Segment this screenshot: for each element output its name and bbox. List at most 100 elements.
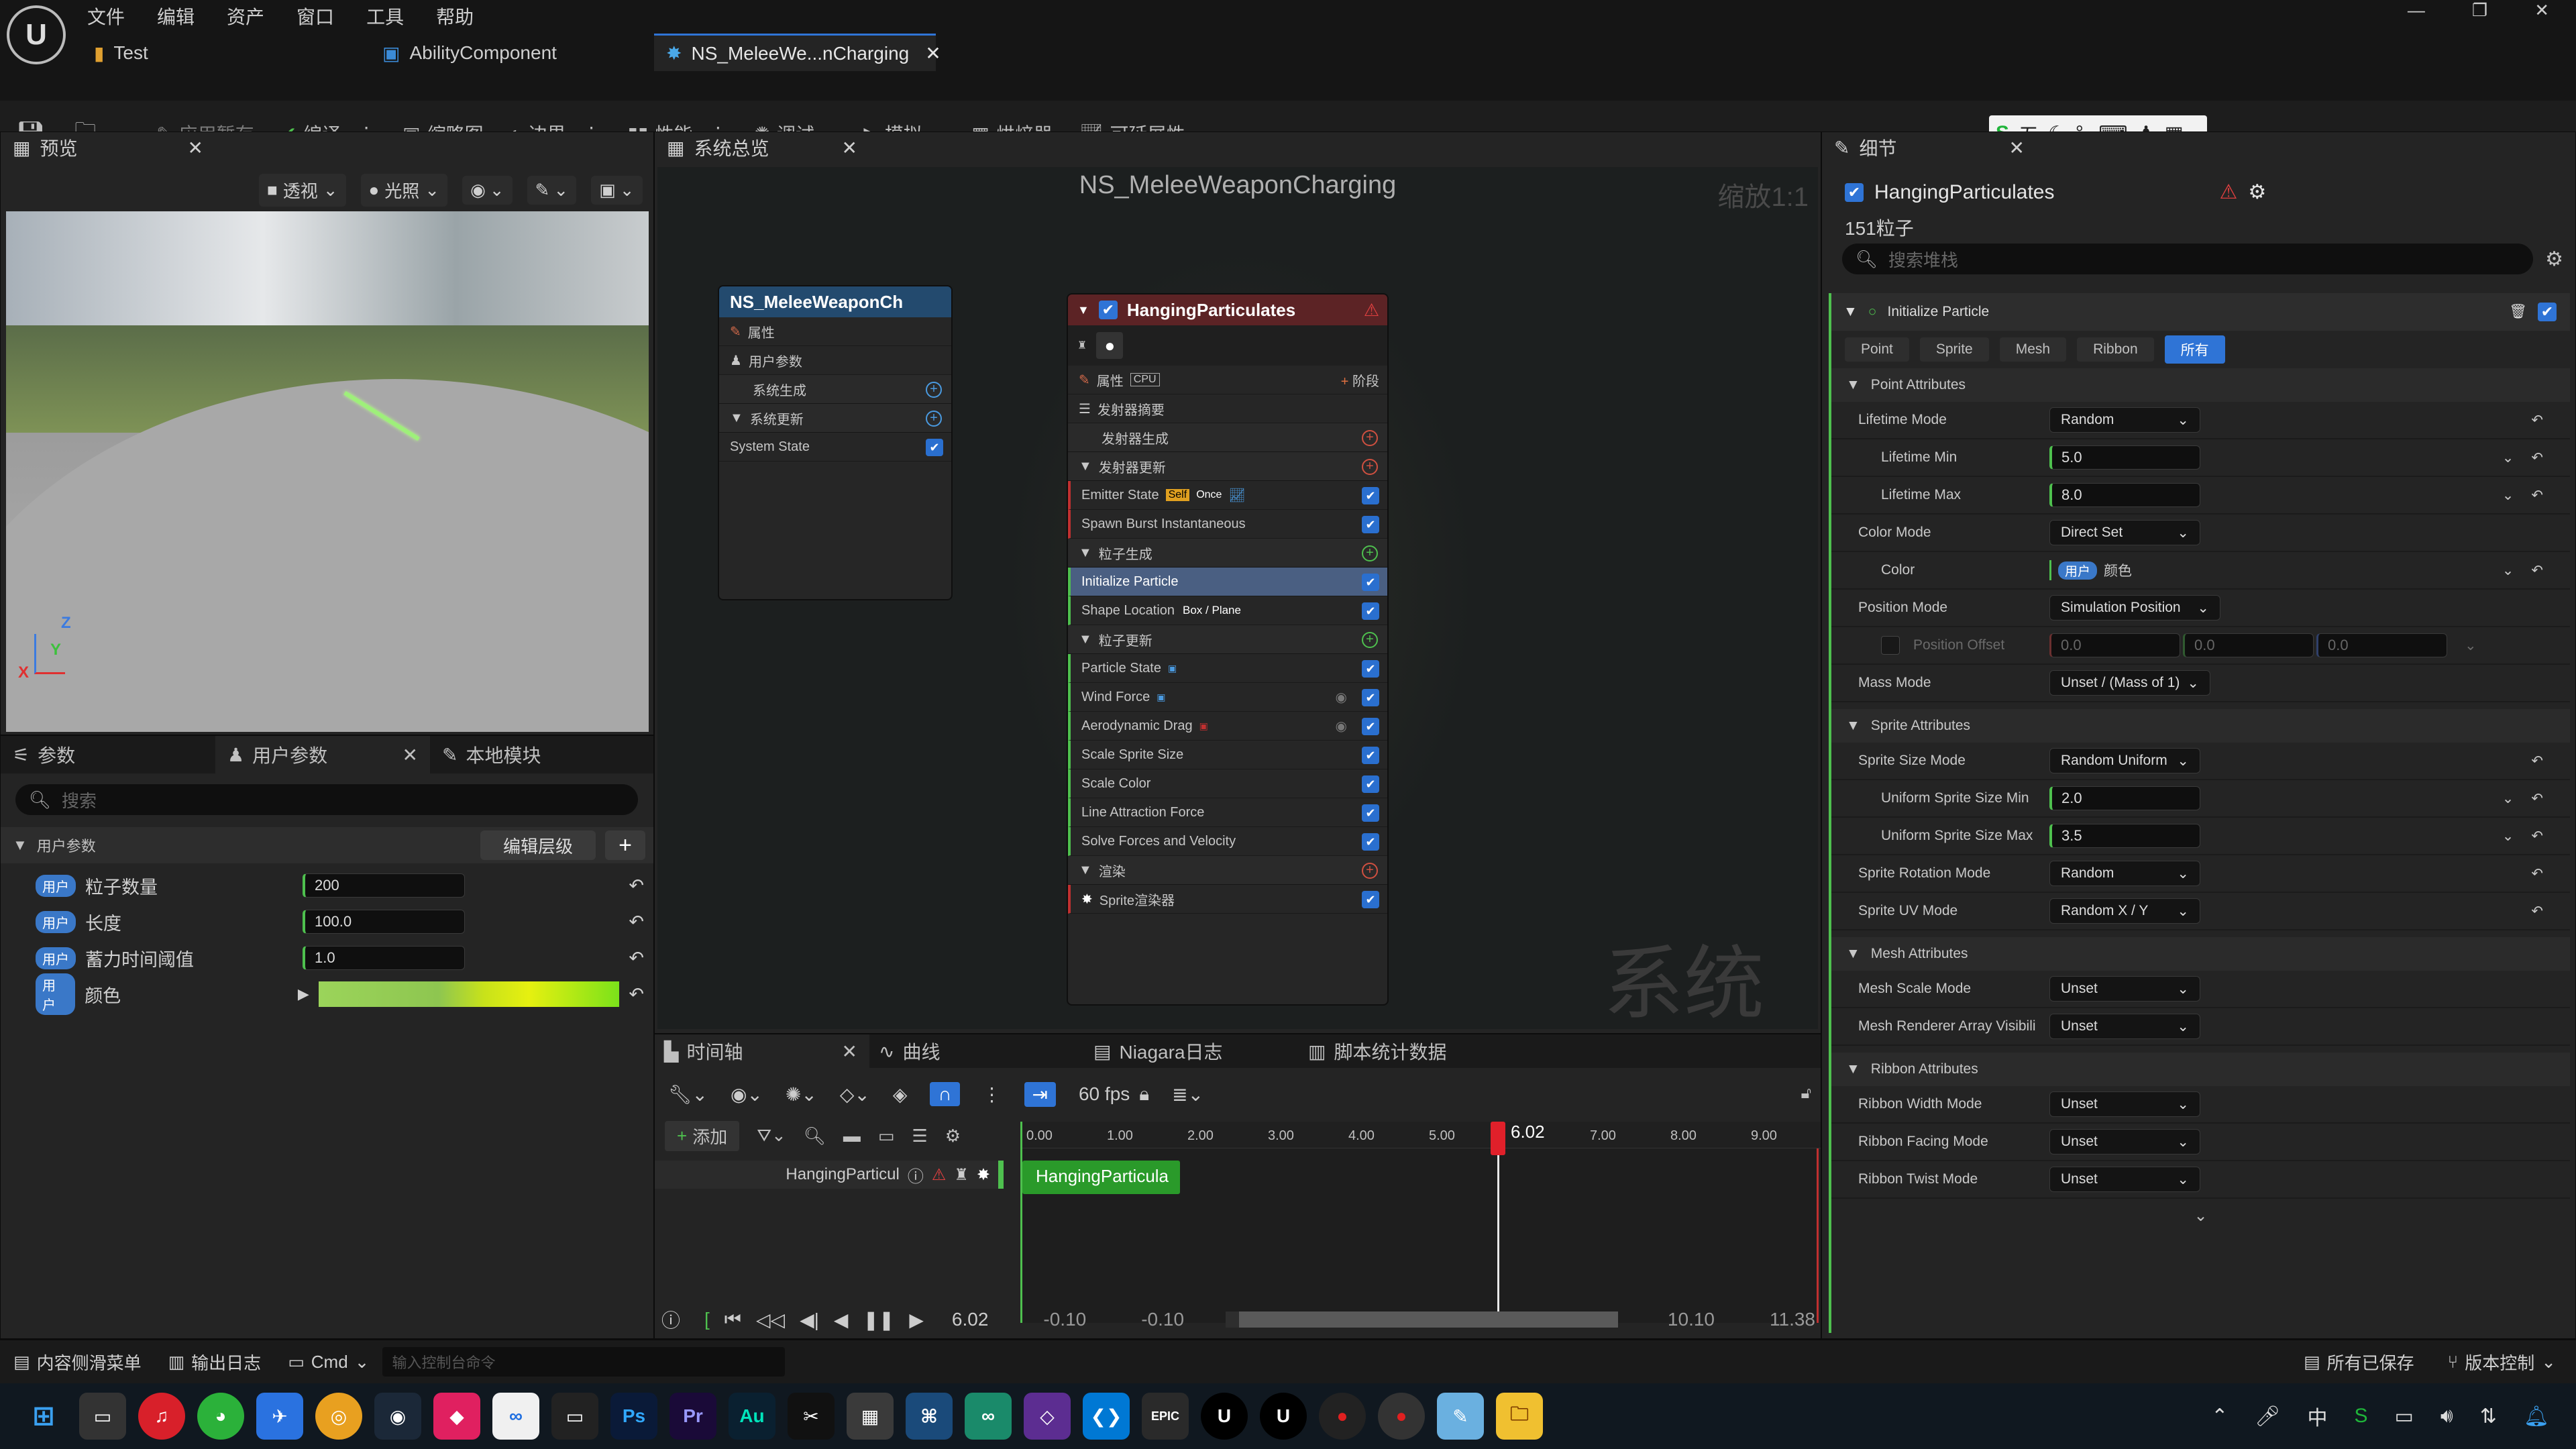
sprite-renderer-module[interactable]: ✸ Sprite渲染器 ✔	[1068, 885, 1387, 914]
ribbon-facing-dropdown[interactable]: Unset ⌄	[2049, 1129, 2200, 1155]
transform-button[interactable]: ✎ ⌄	[527, 176, 577, 205]
unreal-engine-icon[interactable]: U	[1201, 1393, 1248, 1440]
close-tab-icon[interactable]: ✕	[842, 137, 857, 159]
mass-mode-dropdown[interactable]: Unset / (Mass of 1) ⌄	[2049, 670, 2210, 696]
tab-timeline[interactable]: ▙ 时间轴 ✕	[655, 1034, 869, 1068]
console-input[interactable]: 输入控制台命令	[382, 1347, 786, 1377]
system-spawn[interactable]: 系统生成 +	[719, 375, 951, 404]
follow-icon[interactable]: ⇥	[1024, 1081, 1056, 1107]
windows-start-icon[interactable]: ⊞	[20, 1393, 67, 1440]
network-icon[interactable]: ⇅	[2480, 1405, 2497, 1428]
enabled-checkbox[interactable]: ✔	[1362, 775, 1379, 793]
preview-tab[interactable]: ▦ 预览 ✕	[1, 132, 215, 163]
particle-state-module[interactable]: Particle State ▣ ✔	[1068, 654, 1387, 683]
reset-icon[interactable]: ↶	[2531, 865, 2543, 882]
add-stage-button[interactable]: + 阶段	[1341, 370, 1379, 390]
close-window-icon[interactable]: ✕	[2534, 0, 2549, 21]
sprite-size-mode-dropdown[interactable]: Random Uniform ⌄	[2049, 748, 2200, 773]
lifetime-mode-dropdown[interactable]: Random ⌄	[2049, 407, 2200, 433]
layers-icon[interactable]: ≣⌄	[1172, 1083, 1203, 1106]
menu-file[interactable]: 文件	[87, 3, 125, 30]
wind-force-module[interactable]: Wind Force ▣ ◉ ✔	[1068, 683, 1387, 712]
unreal-logo-icon[interactable]: U	[7, 5, 66, 64]
pause-icon[interactable]: ❚❚	[863, 1309, 894, 1331]
visual-studio-icon[interactable]: ◇	[1024, 1393, 1071, 1440]
enabled-checkbox[interactable]: ✔	[1362, 833, 1379, 851]
tab-params[interactable]: ⚟ 参数	[1, 736, 215, 773]
rotation-mode-dropdown[interactable]: Random ⌄	[2049, 861, 2200, 886]
render-stage[interactable]: ▼ 渲染 +	[1068, 856, 1387, 885]
expand-arrow-icon[interactable]: ▶	[298, 985, 309, 1003]
display-icon[interactable]: ▭	[2395, 1405, 2414, 1428]
enabled-checkbox[interactable]: ✔	[1362, 891, 1379, 908]
mesh-visibility-dropdown[interactable]: Unset ⌄	[2049, 1014, 2200, 1039]
menu-asset[interactable]: 资产	[227, 3, 264, 30]
menu-help[interactable]: 帮助	[436, 3, 474, 30]
cmd-dropdown[interactable]: ▭ Cmd ⌄	[274, 1352, 382, 1373]
eye-icon[interactable]: ◉⌄	[731, 1083, 763, 1106]
chevron-down-icon[interactable]: ⌄	[2502, 449, 2514, 466]
size-min-input[interactable]: 2.0	[2049, 786, 2200, 810]
snap-icon[interactable]: ∩	[930, 1082, 960, 1106]
eye-icon[interactable]: ◉	[1336, 718, 1347, 735]
enabled-checkbox[interactable]: ✔	[1362, 574, 1379, 591]
chevron-down-icon[interactable]: ⌄	[2502, 562, 2514, 579]
tab-niagara-system[interactable]: ✸ NS_MeleeWe...nCharging ✕	[654, 34, 941, 71]
filter-mesh[interactable]: Mesh	[1999, 337, 2067, 362]
working-end[interactable]: 10.10	[1668, 1309, 1715, 1330]
scale-sprite-size-module[interactable]: Scale Sprite Size ✔	[1068, 741, 1387, 769]
add-module-icon[interactable]: +	[1362, 863, 1378, 879]
bar-icon[interactable]: ▬	[843, 1126, 861, 1146]
eye-icon[interactable]: ◉	[1336, 689, 1347, 706]
emitter-enabled-checkbox[interactable]: ✔	[1845, 182, 1864, 202]
loop-start-icon[interactable]: [	[704, 1309, 710, 1330]
reset-icon[interactable]: ↶	[2531, 753, 2543, 769]
mesh-scale-dropdown[interactable]: Unset ⌄	[2049, 976, 2200, 1002]
trash-icon[interactable]: 🗑︎	[2509, 304, 2527, 320]
viewport[interactable]: Z Y X	[6, 211, 649, 732]
tab-script-stats[interactable]: ▥ 脚本统计数据	[1299, 1034, 1513, 1068]
timeline-area[interactable]: 0.00 1.00 2.00 3.00 4.00 5.00 7.00 8.00 …	[1020, 1122, 1821, 1323]
feishu-icon[interactable]: ✈	[256, 1393, 303, 1440]
show-more-row[interactable]: ⌄	[1831, 1199, 2570, 1232]
volume-icon[interactable]: 🔊︎	[2440, 1405, 2453, 1428]
uv-mode-dropdown[interactable]: Random X / Y ⌄	[2049, 898, 2200, 924]
filter-all[interactable]: 所有	[2164, 335, 2225, 364]
file-explorer-icon[interactable]: 🗀	[1496, 1393, 1543, 1440]
filter-point[interactable]: Point	[1845, 337, 1909, 362]
tab-local-modules[interactable]: ✎ 本地模块	[430, 736, 645, 773]
enabled-checkbox[interactable]: ✔	[1362, 516, 1379, 533]
wechat-icon[interactable]: ◕	[197, 1393, 244, 1440]
audition-icon[interactable]: Au	[729, 1393, 775, 1440]
chevron-up-icon[interactable]: ⌃	[2211, 1405, 2228, 1428]
more-options-icon[interactable]: ⋮	[983, 1083, 1002, 1106]
collapse-arrow-icon[interactable]: ▼	[1077, 303, 1089, 317]
prev-frame-icon[interactable]: ◀︎|	[800, 1309, 819, 1331]
enabled-checkbox[interactable]: ✔	[1362, 689, 1379, 706]
system-user-params[interactable]: ♟ 用户参数	[719, 346, 951, 375]
system-update[interactable]: ▼ 系统更新 +	[719, 404, 951, 433]
fps-label[interactable]: 60 fps	[1079, 1083, 1130, 1105]
param-value-input[interactable]: 1.0	[303, 946, 465, 970]
collapse-arrow-icon[interactable]: ▼	[1843, 304, 1858, 320]
lit-button[interactable]: ● 光照 ⌄	[360, 174, 448, 207]
color-swatch[interactable]	[318, 981, 620, 1007]
particle-update-stage[interactable]: ▼ 粒子更新 +	[1068, 625, 1387, 654]
lock-icon[interactable]: 🔒︎	[1139, 1083, 1149, 1106]
output-log-button[interactable]: ▥ 输出日志	[155, 1350, 275, 1375]
sprite-attributes-section[interactable]: ▼ Sprite Attributes	[1831, 709, 2570, 743]
sparkle-icon[interactable]: ✺⌄	[786, 1083, 817, 1106]
menu-tools[interactable]: 工具	[366, 3, 404, 30]
list-icon[interactable]: ☰	[912, 1126, 927, 1146]
gear-icon[interactable]: ⚙	[945, 1126, 961, 1146]
param-value-input[interactable]: 100.0	[303, 910, 465, 934]
chevron-down-icon[interactable]: ⌄	[2502, 487, 2514, 504]
ribbon-width-dropdown[interactable]: Unset ⌄	[2049, 1091, 2200, 1117]
close-tab-icon[interactable]: ✕	[2009, 137, 2025, 159]
bookmark-app-icon[interactable]: ◆	[433, 1393, 480, 1440]
lifetime-min-input[interactable]: 5.0	[2049, 445, 2200, 470]
chevron-down-icon[interactable]: ⌄	[2502, 828, 2514, 845]
chevron-down-icon[interactable]: ⌄	[2502, 790, 2514, 807]
color-link[interactable]: 用户 颜色	[2049, 560, 2132, 580]
reset-icon[interactable]: ↶	[629, 984, 644, 1005]
